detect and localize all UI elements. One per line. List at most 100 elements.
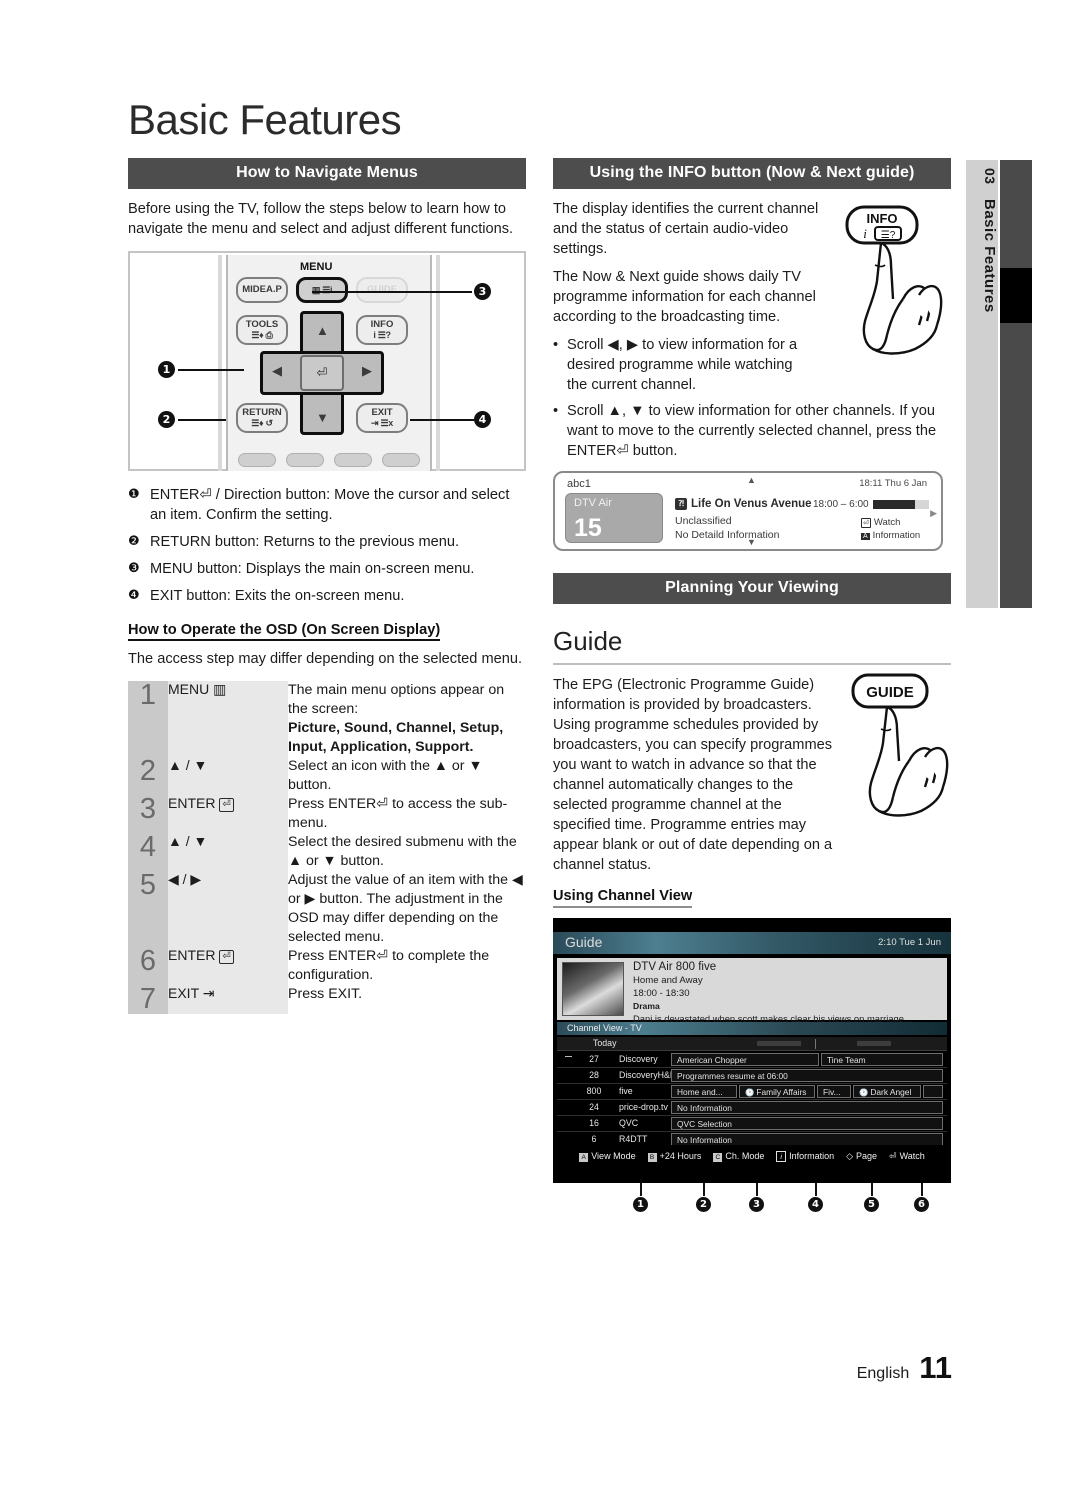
enter-icon: ⏎ (861, 518, 871, 528)
programme-cell[interactable]: Programmes resume at 06:00 (671, 1069, 943, 1082)
programme-cell[interactable]: 🕑 Dark Angel (853, 1085, 921, 1098)
table-row[interactable]: 24 price-drop.tv No Information (557, 1100, 947, 1116)
guide-heading: Guide (553, 626, 623, 656)
color-key-a-icon: A (579, 1152, 589, 1162)
collapse-icon[interactable] (565, 1056, 572, 1057)
epg-callout-leader-3 (756, 1183, 758, 1196)
programme-cell[interactable]: No Information (671, 1101, 943, 1114)
callout-leader-1 (178, 369, 244, 371)
step-key: ENTER ⏎ (168, 795, 288, 833)
epg-timeline-segment (857, 1041, 891, 1046)
side-tab-number: 03 (982, 168, 998, 185)
epg-callout-leader-4 (815, 1183, 817, 1196)
page-updown-icon: ◇ (846, 1150, 854, 1161)
epg-programme-name: Home and Away (633, 975, 703, 986)
table-row: 3 ENTER ⏎ Press ENTER⏎ to access the sub… (128, 795, 526, 833)
epg-action-watch[interactable]: ⏎ Watch (889, 1151, 925, 1162)
svg-text:☰?: ☰? (881, 230, 896, 241)
list-item: ❸ MENU button: Displays the main on-scre… (128, 559, 526, 579)
arrow-down-icon: ▼ (316, 410, 329, 425)
table-row[interactable]: 28 DiscoveryH&L Programmes resume at 06:… (557, 1068, 947, 1084)
table-row[interactable]: 16 QVC QVC Selection (557, 1116, 947, 1132)
epg-action-ch-mode[interactable]: C Ch. Mode (713, 1151, 764, 1162)
programme-cell[interactable]: 🕑 Family Affairs (739, 1085, 815, 1098)
remote-edge-right (436, 255, 440, 471)
programme-cell[interactable]: American Chopper (671, 1053, 819, 1066)
epg-clock: 2:10 Tue 1 Jun (878, 937, 941, 948)
step-number: 4 (128, 833, 168, 871)
arrow-up-icon: ▲ (316, 323, 329, 338)
table-row[interactable]: 27 Discovery American Chopper Tine Team (557, 1052, 947, 1068)
arrow-right-icon: ▶ (362, 363, 372, 378)
list-text: ENTER⏎ / Direction button: Move the curs… (150, 487, 510, 523)
direction-pad[interactable]: ⏎ ▲ ▼ ◀ ▶ (260, 311, 384, 435)
clock-icon: 🕑 (745, 1088, 755, 1097)
programme-cell[interactable]: Home and... (671, 1085, 737, 1098)
epg-action-plus-24-hours[interactable]: B +24 Hours (647, 1151, 701, 1162)
callout-marker-1: 1 (158, 361, 175, 378)
step-description: Select an icon with the ▲ or ▼ button. (288, 758, 483, 793)
right-column: Using the INFO button (Now & Next guide)… (553, 158, 951, 1223)
channel-number: 6 (591, 1134, 597, 1144)
osd-channel-tile: DTV Air 15 (565, 493, 663, 543)
step-description: The main menu options appear on the scre… (288, 681, 526, 757)
osd-programme-title: Life On Venus Avenue (691, 498, 812, 510)
enter-icon: ⏎ (889, 1150, 897, 1161)
callout-marker-2: 2 (158, 411, 175, 428)
epg-callout-leader-5 (871, 1183, 873, 1196)
list-marker: ❷ (128, 534, 140, 549)
remote-button-guide[interactable]: GUIDE (356, 277, 408, 303)
side-tab-label: Basic Features (981, 198, 998, 313)
osd-subheading: How to Operate the OSD (On Screen Displa… (128, 622, 441, 641)
step-description: Press ENTER⏎ to access the sub-menu. (288, 796, 508, 831)
color-key-b-icon: B (647, 1152, 657, 1162)
epg-channel-line: DTV Air 800 five (633, 961, 717, 973)
programme-cell[interactable]: Tine Team (821, 1053, 943, 1066)
step-description: Press EXIT. (288, 986, 363, 1002)
epg-title-bar: Guide 2:10 Tue 1 Jun (553, 932, 951, 954)
programme-cell[interactable]: Fiv... (817, 1085, 851, 1098)
enter-button[interactable]: ⏎ (300, 355, 344, 391)
remote-stub-button (286, 453, 324, 467)
now-next-osd-mockup: abc1 18:11 Thu 6 Jan ▲ ▼ ▶ DTV Air 15 ⁈ L… (553, 471, 943, 551)
table-row[interactable]: 800 five Home and... 🕑 Family Affairs Fiv… (557, 1084, 947, 1100)
remote-stub-button (238, 453, 276, 467)
step-number: 6 (128, 947, 168, 985)
footer-page-number: 11 (919, 1350, 952, 1385)
info-paragraph-2: The Now & Next guide shows daily TV prog… (553, 269, 816, 325)
epg-action-information[interactable]: i Information (776, 1150, 834, 1162)
callout-leader-4 (410, 419, 474, 421)
channel-number: 28 (589, 1070, 599, 1080)
remote-button-menu[interactable]: ▥ ☰i (296, 277, 348, 303)
osd-action-watch[interactable]: ⏎ Watch (861, 517, 900, 528)
guide-rule (553, 663, 951, 665)
section-header-planning: Planning Your Viewing (553, 573, 951, 604)
channel-name: Discovery (619, 1054, 658, 1064)
channel-number: 27 (589, 1054, 599, 1064)
step-description: Select the desired submenu with the ▲ or… (288, 834, 517, 869)
step-key: ▲ / ▼ (168, 757, 288, 795)
remote-control-diagram: MENU MIDEA.P ▥ ☰i GUIDE TOOLS ☰♦ ⎙ INFO (128, 251, 526, 471)
callout-marker-3: 3 (474, 283, 491, 300)
osd-source-label: DTV Air (574, 497, 612, 509)
osd-action-information[interactable]: A Information (861, 530, 920, 541)
section-header-info-button: Using the INFO button (Now & Next guide) (553, 158, 951, 189)
remote-stub-button (382, 453, 420, 467)
epg-callout-1: 1 (633, 1197, 648, 1212)
callout-leader-3 (312, 291, 472, 293)
list-text: MENU button: Displays the main on-screen… (150, 561, 475, 577)
epg-callout-6: 6 (914, 1197, 929, 1212)
epg-callout-2: 2 (696, 1197, 711, 1212)
osd-channel-name: abc1 (567, 478, 591, 490)
epg-callout-4: 4 (808, 1197, 823, 1212)
programme-cell[interactable]: QVC Selection (671, 1117, 943, 1130)
epg-action-view-mode[interactable]: A View Mode (579, 1151, 636, 1162)
table-row: 1 MENU ▥ The main menu options appear on… (128, 681, 526, 757)
programme-cell[interactable] (923, 1085, 943, 1098)
navigate-intro-text: Before using the TV, follow the steps be… (128, 201, 514, 237)
callout-leader-2 (178, 419, 226, 421)
channel-name: five (619, 1086, 633, 1096)
remote-button-midea-p[interactable]: MIDEA.P (236, 277, 288, 303)
epg-action-page[interactable]: ◇ Page (846, 1151, 877, 1162)
epg-footer-bar: A View Mode B +24 Hours C Ch. Mode i Informa… (553, 1145, 951, 1167)
